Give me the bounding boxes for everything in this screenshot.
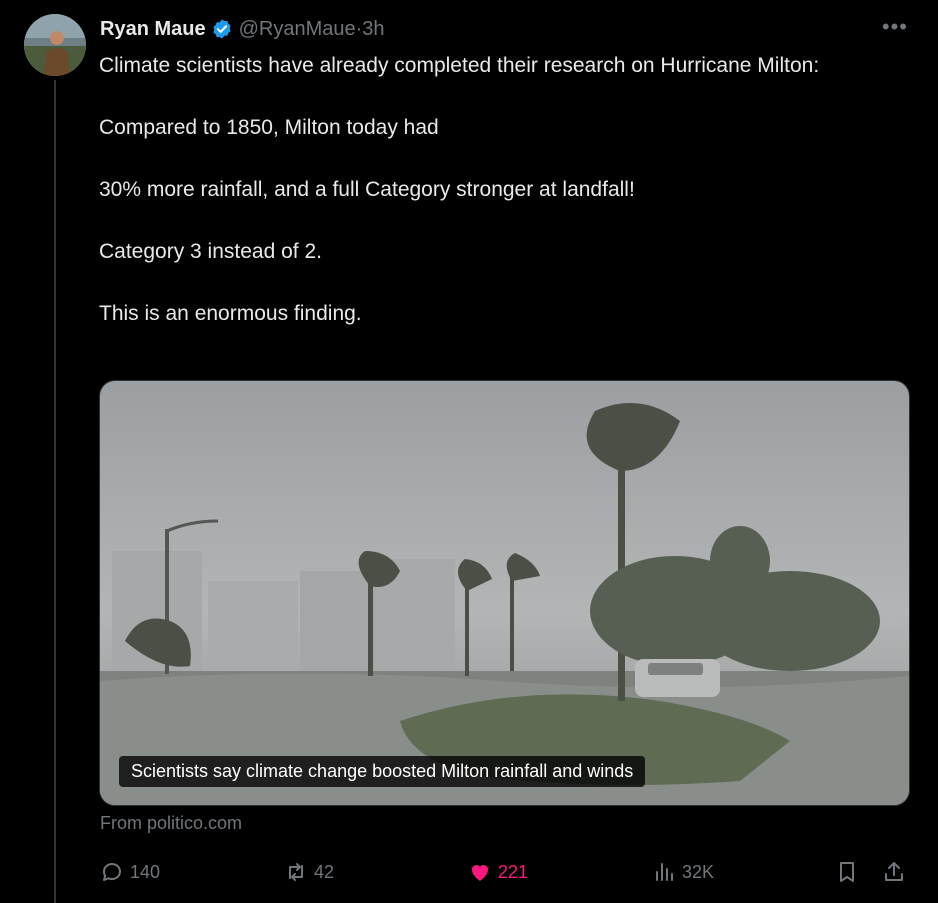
repost-button[interactable]: 42: [284, 856, 334, 888]
author-handle[interactable]: @RyanMaue: [239, 18, 356, 41]
avatar[interactable]: [24, 14, 86, 76]
share-button[interactable]: [882, 856, 912, 888]
bookmark-button[interactable]: [835, 856, 865, 888]
like-icon: [471, 865, 489, 881]
tweet-line: This is an enormous finding.: [99, 302, 362, 325]
tweet-line: Climate scientists have already complete…: [99, 54, 820, 77]
repost-count: 42: [314, 861, 335, 882]
repost-icon: [289, 863, 303, 881]
thread-line: [54, 80, 56, 903]
verified-badge-icon: [211, 18, 233, 40]
tweet-line: Category 3 instead of 2.: [99, 240, 322, 263]
bookmark-icon: [840, 862, 854, 882]
like-button[interactable]: 221: [468, 856, 528, 888]
views-icon: [656, 863, 673, 881]
tweet-text: Climate scientists have already complete…: [99, 50, 889, 329]
reply-icon: [102, 863, 121, 881]
action-bar: 140 42 221 32K: [100, 856, 910, 888]
time-separator: ·: [355, 17, 363, 40]
tweet-line: Compared to 1850, Milton today had: [99, 116, 439, 139]
card-caption: Scientists say climate change boosted Mi…: [119, 756, 646, 787]
like-count: 221: [498, 861, 529, 882]
share-icon: [885, 862, 903, 881]
views-button[interactable]: 32K: [652, 856, 714, 888]
more-icon[interactable]: •••: [882, 14, 908, 40]
reply-button[interactable]: 140: [100, 856, 160, 888]
tweet-header: Ryan Maue @RyanMaue · 3h: [100, 16, 385, 42]
tweet-line: 30% more rainfall, and a full Category s…: [99, 178, 635, 201]
card-source[interactable]: From politico.com: [100, 813, 242, 834]
reply-count: 140: [130, 861, 161, 882]
views-count: 32K: [682, 861, 715, 882]
card-image: [100, 381, 909, 805]
author-name[interactable]: Ryan Maue: [100, 18, 206, 41]
tweet-time[interactable]: 3h: [362, 18, 384, 41]
link-card[interactable]: Scientists say climate change boosted Mi…: [99, 380, 910, 806]
